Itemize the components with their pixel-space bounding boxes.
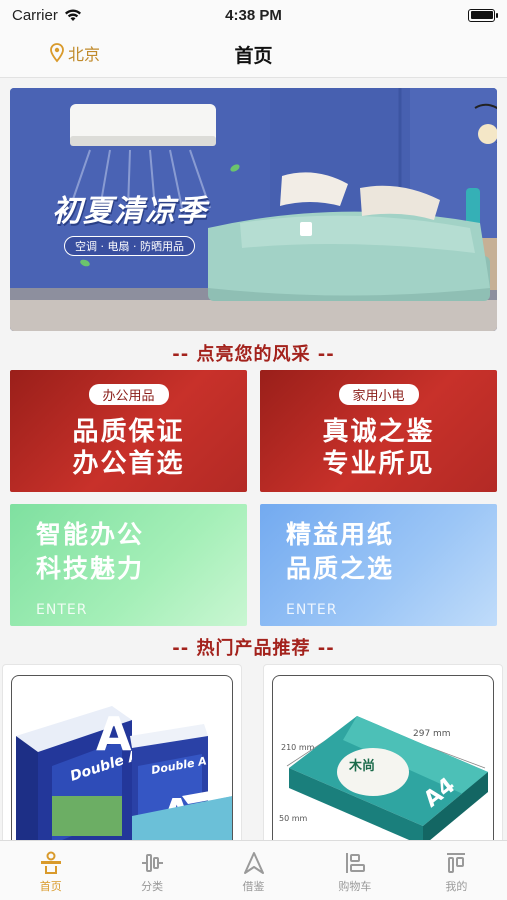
- product-image-a4-paper: 297 mm 210 mm 50 mm 木尚 A4: [279, 716, 488, 843]
- tab-home[interactable]: 首页: [0, 841, 101, 900]
- card-home-appliance[interactable]: 家用小电 真诚之鉴 专业所见: [260, 370, 497, 492]
- tab-cart-label: 购物车: [338, 880, 372, 893]
- card-smart-enter: ENTER: [36, 602, 88, 618]
- card-paper[interactable]: 精益用纸 品质之选 ENTER: [260, 504, 497, 626]
- card-appliance-line1: 真诚之鉴: [322, 417, 435, 447]
- tab-home-label: 首页: [39, 880, 62, 893]
- product-card-a4-paper[interactable]: 297 mm 210 mm 50 mm 木尚 A4: [263, 664, 503, 844]
- card-paper-line1: 精益用纸: [286, 520, 395, 549]
- svg-text:210 mm: 210 mm: [281, 743, 315, 752]
- card-tag-appliance: 家用小电: [338, 384, 419, 405]
- product-image-frame: Double A A Double A A: [11, 675, 233, 843]
- wifi-icon: [64, 9, 81, 21]
- section-title-hot: -- 热门产品推荐 --: [172, 638, 335, 659]
- profile-icon: [447, 853, 466, 873]
- tab-profile-label: 我的: [445, 880, 468, 893]
- product-image-double-a: Double A A Double A A: [16, 706, 232, 843]
- status-bar: Carrier 4:38 PM: [0, 0, 507, 30]
- tab-reference-label: 借鉴: [242, 880, 265, 893]
- card-appliance-line2: 专业所见: [322, 449, 435, 479]
- card-office-line1: 品质保证: [72, 417, 185, 447]
- category-icon: [142, 854, 164, 872]
- tab-profile[interactable]: 我的: [406, 841, 507, 900]
- tab-bar: 首页 分类 借鉴 购物车 我的: [0, 840, 507, 900]
- card-office-supplies[interactable]: 办公用品 品质保证 办公首选: [10, 370, 247, 492]
- status-left: Carrier: [12, 7, 82, 24]
- tab-category[interactable]: 分类: [101, 841, 202, 900]
- svg-text:木尚: 木尚: [348, 758, 375, 774]
- tab-reference[interactable]: 借鉴: [203, 841, 304, 900]
- section-title-highlight: -- 点亮您的风采 --: [172, 344, 335, 365]
- nav-bar: 北京 首页: [0, 30, 507, 78]
- carrier-label: Carrier: [12, 6, 58, 24]
- reference-icon: [243, 852, 264, 874]
- banner-subtitle: 空调 · 电扇 · 防晒用品: [64, 236, 195, 256]
- card-smart-office[interactable]: 智能办公 科技魅力 ENTER: [10, 504, 247, 626]
- product-card-double-a[interactable]: Double A A Double A A: [2, 664, 242, 844]
- home-icon: [40, 851, 61, 874]
- svg-text:A: A: [96, 707, 132, 761]
- banner-title: 初夏清凉季: [52, 194, 207, 229]
- card-tag-office: 办公用品: [88, 384, 169, 405]
- card-paper-enter: ENTER: [286, 602, 338, 618]
- tab-cart[interactable]: 购物车: [304, 841, 405, 900]
- location-pin-icon: [50, 43, 64, 63]
- tab-category-label: 分类: [141, 880, 164, 893]
- location-selector[interactable]: 北京: [50, 41, 100, 65]
- banner-text: 初夏清凉季 空调 · 电扇 · 防晒用品: [52, 186, 207, 256]
- svg-text:297 mm: 297 mm: [413, 729, 451, 739]
- product-image-frame: 297 mm 210 mm 50 mm 木尚 A4: [272, 675, 494, 843]
- svg-text:50 mm: 50 mm: [279, 814, 308, 823]
- card-office-line2: 办公首选: [72, 449, 185, 479]
- battery-icon: [468, 8, 498, 22]
- promo-banner[interactable]: 初夏清凉季 空调 · 电扇 · 防晒用品: [10, 88, 497, 331]
- card-smart-line1: 智能办公: [36, 520, 145, 549]
- location-label: 北京: [68, 45, 101, 64]
- cart-icon: [345, 853, 365, 873]
- card-paper-line2: 品质之选: [286, 554, 395, 583]
- card-smart-line2: 科技魅力: [36, 554, 145, 583]
